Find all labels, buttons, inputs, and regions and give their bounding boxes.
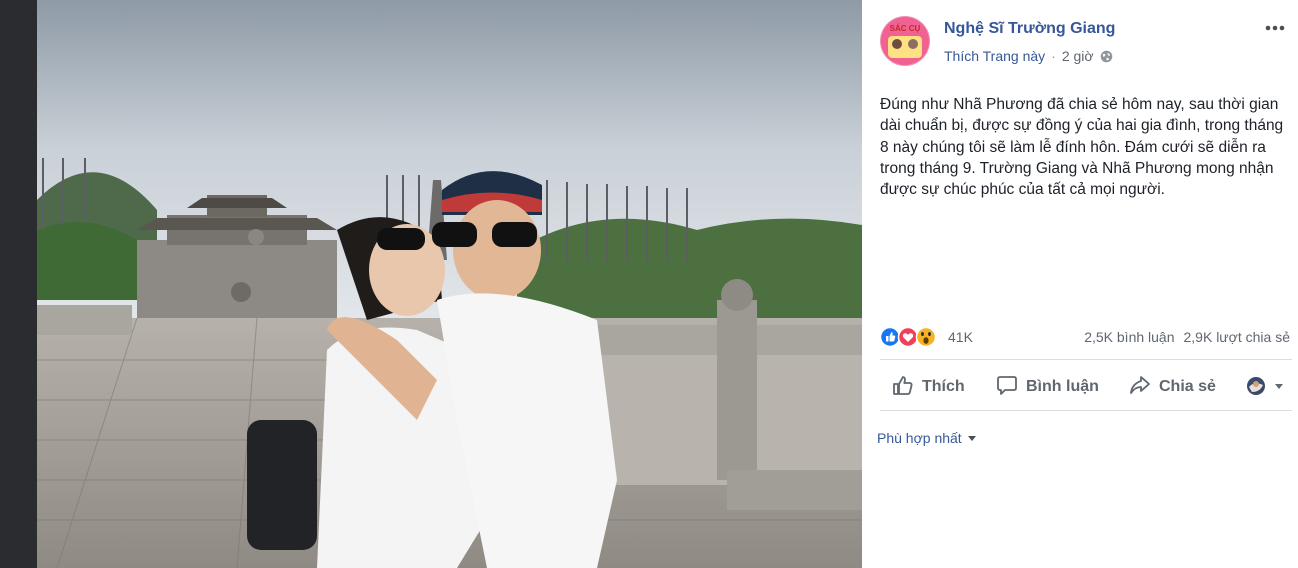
thumbs-up-icon	[893, 376, 913, 395]
reaction-count[interactable]: 41K	[948, 329, 973, 345]
more-dots-icon[interactable]	[1264, 22, 1286, 34]
reaction-icons[interactable]	[880, 326, 944, 348]
engagement-counts: 2,5K bình luận 2,9K lượt chia sẻ	[1084, 329, 1290, 345]
post-message: Đúng như Nhã Phương đã chia sẻ hôm nay, …	[880, 96, 1284, 199]
page-avatar[interactable]: SÁC CỤ	[880, 16, 930, 66]
comment-button[interactable]: Bình luận	[996, 374, 1099, 396]
avatar-image: SÁC CỤ	[880, 16, 930, 66]
post-sidebar: SÁC CỤ Nghệ Sĩ Trường Giang Thích Trang …	[862, 0, 1298, 568]
like-page-link[interactable]: Thích Trang này	[944, 48, 1045, 64]
audience-selector[interactable]	[1246, 376, 1288, 396]
love-reaction-icon	[897, 326, 919, 348]
chevron-down-icon	[967, 436, 976, 441]
reactions-bar: 41K 2,5K bình luận 2,9K lượt chia sẻ	[880, 326, 1294, 348]
post-header: SÁC CỤ Nghệ Sĩ Trường Giang Thích Trang …	[880, 16, 1292, 70]
photo-viewer: SÁC CỤ Nghệ Sĩ Trường Giang Thích Trang …	[0, 0, 1298, 568]
photo-image	[37, 0, 862, 568]
divider	[880, 359, 1292, 360]
divider	[880, 410, 1292, 411]
post-meta: Thích Trang này · 2 giờ	[944, 48, 1113, 64]
avatar-logo-text: SÁC CỤ	[890, 24, 921, 33]
wow-reaction-icon	[915, 326, 937, 348]
share-count-link[interactable]: 2,9K lượt chia sẻ	[1184, 329, 1291, 345]
globe-icon[interactable]	[1100, 50, 1113, 63]
share-label: Chia sẻ	[1159, 378, 1216, 395]
like-label: Thích	[922, 378, 965, 395]
sort-label: Phù hợp nhất	[877, 430, 962, 446]
viewer-backdrop	[0, 0, 37, 568]
meta-separator: ·	[1051, 48, 1056, 64]
action-bar: Thích Bình luận Chia sẻ	[880, 362, 1292, 408]
like-reaction-icon	[880, 326, 901, 348]
comment-label: Bình luận	[1026, 378, 1099, 395]
share-button[interactable]: Chia sẻ	[1129, 374, 1216, 396]
comment-sort-dropdown[interactable]: Phù hợp nhất	[877, 430, 976, 446]
like-button[interactable]: Thích	[892, 374, 965, 396]
page-name-link[interactable]: Nghệ Sĩ Trường Giang	[944, 20, 1115, 38]
post-timestamp[interactable]: 2 giờ	[1062, 48, 1094, 64]
share-icon	[1130, 376, 1150, 394]
post-photo[interactable]	[37, 0, 862, 568]
comment-icon	[997, 376, 1017, 395]
comment-count-link[interactable]: 2,5K bình luận	[1084, 329, 1174, 345]
audience-icon	[1247, 377, 1283, 395]
